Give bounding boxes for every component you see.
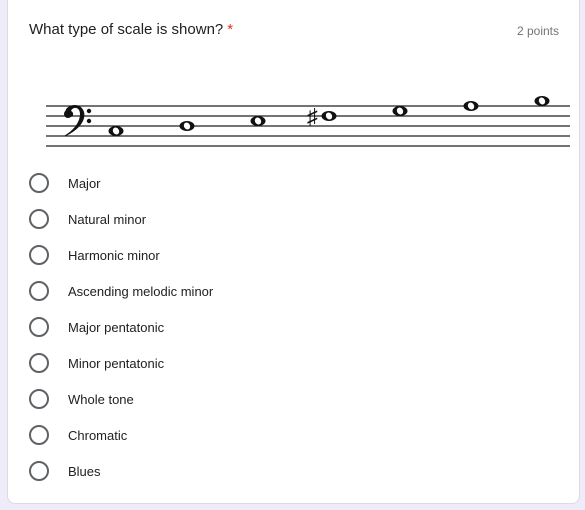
note-D3 [179,121,195,131]
option-label: Natural minor [68,211,147,227]
option-label: Minor pentatonic [68,355,165,371]
points-label: 2 points [516,24,559,38]
option-harmonic-minor[interactable]: Harmonic minor [29,237,213,273]
radio-button[interactable] [29,245,49,265]
option-label: Harmonic minor [68,247,160,263]
option-minor-pentatonic[interactable]: Minor pentatonic [29,345,213,381]
question-text: What type of scale is shown? [29,21,224,38]
option-label: Whole tone [68,391,134,407]
radio-button[interactable] [29,425,49,445]
option-whole-tone[interactable]: Whole tone [29,381,213,417]
note-C3 [108,126,124,136]
note-E3 [250,116,266,126]
option-label: Ascending melodic minor [68,283,214,299]
option-label: Major [68,175,101,191]
bass-clef-icon [64,104,92,136]
option-major[interactable]: Major [29,165,213,201]
question-title: What type of scale is shown? * [29,21,233,38]
option-chromatic[interactable]: Chromatic [29,417,213,453]
note-G3 [392,106,408,116]
note-A3 [463,101,479,111]
required-asterisk: * [227,21,234,38]
radio-button[interactable] [29,461,49,481]
option-major-pentatonic[interactable]: Major pentatonic [29,309,213,345]
radio-button[interactable] [29,281,49,301]
radio-button[interactable] [29,317,49,337]
radio-button[interactable] [29,389,49,409]
option-label: Chromatic [68,427,128,443]
option-label: Blues [68,463,101,479]
option-natural-minor[interactable]: Natural minor [29,201,213,237]
option-blues[interactable]: Blues [29,453,213,489]
options-list: Major Natural minor Harmonic minor Ascendin… [29,165,213,489]
note-B3 [534,96,550,106]
question-card: What type of scale is shown? * 2 points ♯… [7,0,580,504]
sharp-icon: ♯ [307,104,318,129]
radio-button[interactable] [29,209,49,229]
music-staff-image: ♯ [46,96,570,147]
radio-button[interactable] [29,353,49,373]
note-F3: ♯ [307,104,337,129]
radio-button[interactable] [29,173,49,193]
option-label: Major pentatonic [68,319,165,335]
option-ascending-melodic-minor[interactable]: Ascending melodic minor [29,273,213,309]
